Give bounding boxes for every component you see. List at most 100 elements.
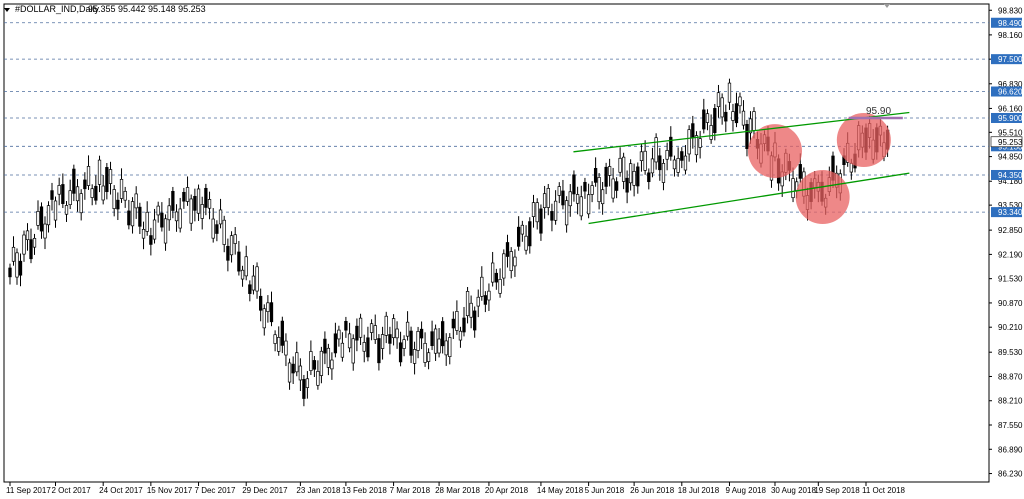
candle-body (255, 266, 259, 292)
candle-body (116, 199, 120, 210)
candle-body (171, 191, 175, 211)
candle-body (149, 235, 153, 245)
candle-body (661, 163, 666, 183)
candle-body (287, 362, 292, 383)
candle-body (458, 330, 463, 341)
candle-body (433, 328, 438, 354)
candle-body (97, 159, 102, 185)
y-tick-label: 98.160 (998, 31, 1023, 40)
candle-body (426, 352, 431, 362)
candle-body (72, 168, 76, 194)
y-tick-label: 90.870 (998, 299, 1023, 308)
y-tick-label: 92.190 (998, 250, 1023, 259)
y-tick-label: 86.890 (998, 445, 1023, 454)
candle-body (535, 202, 539, 223)
candle-body (380, 334, 385, 349)
candle-body (586, 194, 591, 215)
candle-body (280, 320, 284, 346)
candle-body (388, 334, 392, 344)
candle-body (119, 179, 124, 199)
ohlc-values: 95.355 95.442 95.148 95.253 (88, 4, 206, 14)
candle-body (251, 275, 256, 291)
candle-body (185, 187, 190, 202)
candle-body (702, 109, 706, 130)
candle-body (604, 166, 608, 187)
candle-body (160, 212, 164, 228)
candle-body (134, 193, 138, 209)
candle-body (347, 333, 352, 349)
candle-body (691, 123, 695, 138)
x-tick-label: 20 Apr 2018 (485, 486, 529, 495)
candle-body (451, 318, 455, 329)
x-tick-label: 2 Oct 2017 (52, 486, 92, 495)
candle-body (557, 186, 561, 196)
candle-body (473, 310, 477, 331)
candle-body (487, 290, 491, 301)
candle-body (579, 196, 583, 217)
x-tick-label: 28 Mar 2018 (435, 486, 480, 495)
candle-body (564, 200, 569, 226)
candle-body (430, 331, 434, 347)
symbol-header: #DOLLAR_IND,Daily 95.355 95.442 95.148 9… (4, 4, 206, 14)
candle-body (440, 321, 445, 347)
candle-body (211, 218, 215, 239)
scroll-arrow-icon[interactable] (884, 4, 890, 8)
candle-body (57, 185, 61, 195)
candle-body (531, 202, 536, 217)
candle-body (200, 204, 204, 219)
candle-body (607, 166, 612, 176)
candle-body (600, 189, 605, 205)
x-tick-label: 26 Jun 2018 (630, 486, 675, 495)
candle-body (384, 315, 388, 336)
candle-body (498, 278, 502, 294)
candle-body (546, 188, 550, 208)
candle-body (665, 150, 669, 160)
candle-body (650, 158, 655, 174)
candle-body (277, 337, 281, 352)
candle-body (218, 209, 223, 225)
candle-body (305, 378, 310, 388)
candle-body (75, 186, 80, 202)
candle-body (625, 177, 629, 193)
highlight-zone (747, 124, 802, 179)
candle-body (316, 371, 320, 386)
x-tick-label: 5 Jun 2018 (585, 486, 625, 495)
candle-body (333, 333, 338, 354)
candle-body (295, 352, 299, 373)
candle-body (291, 363, 295, 374)
candle-body (575, 194, 580, 204)
candle-body (101, 185, 105, 201)
y-tick-label: 95.510 (998, 128, 1023, 137)
candle-body (502, 253, 506, 279)
candle-body (298, 365, 303, 381)
candle-body (505, 242, 510, 257)
candle-body (229, 235, 234, 256)
price-label: 97.500 (998, 55, 1023, 64)
candle-body (68, 190, 72, 206)
candle-body (676, 158, 680, 173)
candle-body (340, 342, 345, 358)
triangle-down-icon[interactable] (4, 8, 10, 12)
candle-body (628, 163, 633, 184)
candle-body (105, 167, 109, 193)
candle-body (520, 224, 525, 235)
candle-body (791, 178, 795, 199)
candle-body (476, 296, 480, 307)
candlestick-chart[interactable]: 95.90 98.83098.16097.50096.83096.16095.5… (0, 0, 1024, 499)
candle-body (61, 184, 65, 204)
chart-window[interactable]: 95.90 98.83098.16097.50096.83096.16095.5… (0, 0, 1024, 499)
candle-body (409, 330, 413, 356)
x-tick-label: 29 Dec 2017 (242, 486, 288, 495)
candle-body (312, 360, 317, 370)
candle-body (36, 211, 40, 226)
candle-body (542, 193, 547, 209)
x-tick-label: 15 Nov 2017 (147, 486, 193, 495)
candle-body (248, 284, 252, 294)
candle-body (716, 92, 721, 108)
candle-body (302, 379, 306, 399)
candle-body (86, 166, 91, 186)
candle-body (244, 256, 248, 277)
candle-body (593, 168, 598, 183)
y-tick-label: 98.830 (998, 6, 1023, 15)
candle-body (423, 342, 427, 363)
